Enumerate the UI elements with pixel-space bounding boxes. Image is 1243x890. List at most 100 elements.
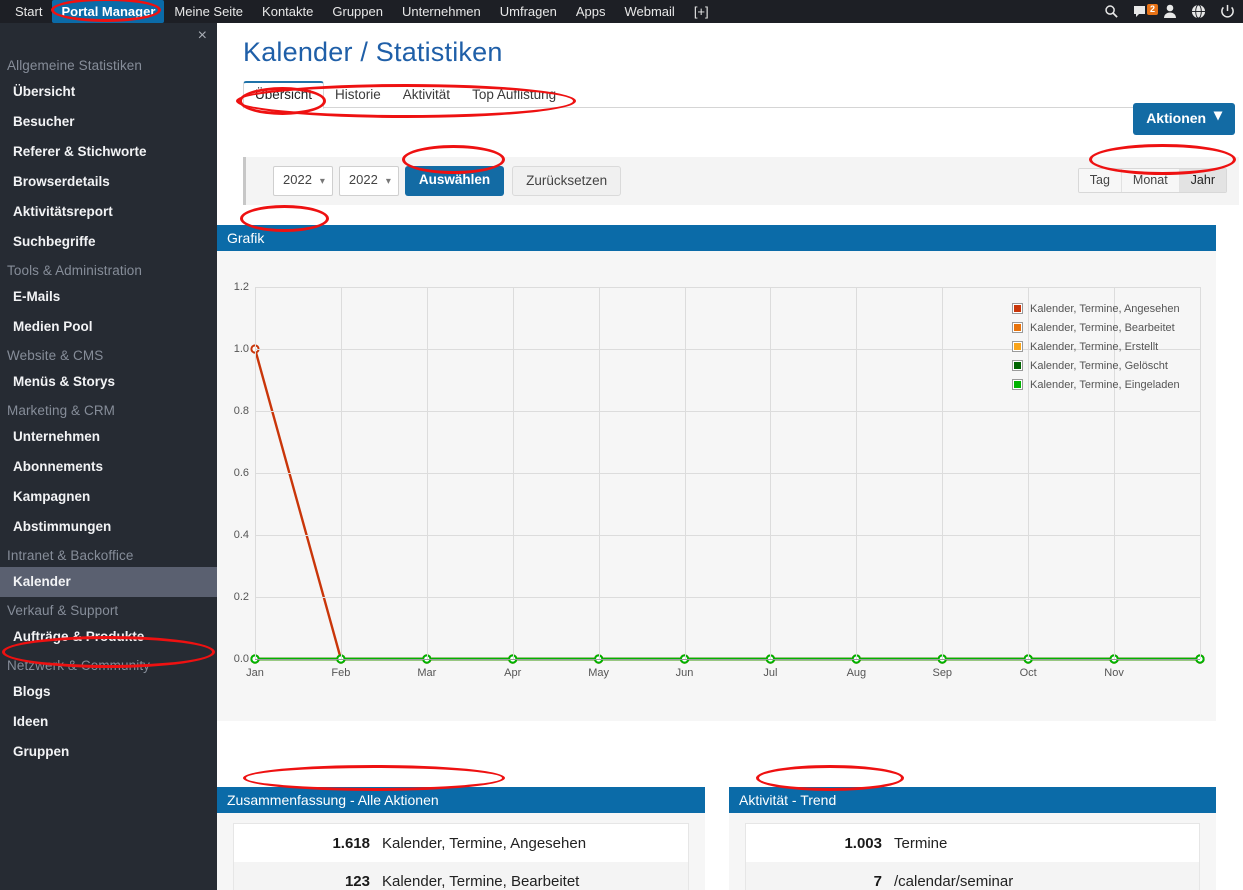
select-button[interactable]: Auswählen bbox=[404, 166, 505, 196]
summary-right-body: 1.003 Termine 7/calendar/seminar bbox=[729, 813, 1216, 890]
sidebar-item-referer-stichworte[interactable]: Referer & Stichworte bbox=[0, 137, 217, 167]
activity-trend-panel: Aktivität - Trend 1.003 Termine 7/calendar… bbox=[729, 787, 1216, 890]
summary-row-value: 7 bbox=[873, 872, 882, 890]
tab-bersicht[interactable]: Übersicht bbox=[243, 81, 325, 109]
globe-icon[interactable] bbox=[1191, 4, 1206, 19]
period-tag[interactable]: Tag bbox=[1078, 169, 1122, 192]
toolbar-left-controls: 2022 ▾ 2022 ▾ Auswählen Zurücksetzen bbox=[273, 166, 622, 196]
period-jahr[interactable]: Jahr bbox=[1179, 169, 1226, 192]
sidebar-item-abstimmungen[interactable]: Abstimmungen bbox=[0, 512, 217, 542]
chart-x-tick-label: Sep bbox=[932, 667, 953, 679]
chart-x-tick-label: Apr bbox=[504, 667, 522, 679]
search-icon[interactable] bbox=[1104, 4, 1119, 19]
sidebar-item-medien-pool[interactable]: Medien Pool bbox=[0, 312, 217, 342]
tab-bar: Übersicht Historie Aktivität Top Auflistung bbox=[243, 81, 1228, 109]
sidebar-group-title: Website & CMS bbox=[7, 348, 104, 363]
summary-row-label: Termine bbox=[894, 834, 948, 852]
user-icon[interactable] bbox=[1163, 4, 1177, 19]
chart-gridline-horizontal bbox=[255, 597, 1200, 598]
sidebar-group-title: Allgemeine Statistiken bbox=[7, 58, 143, 73]
legend-label: Kalender, Termine, Gelöscht bbox=[1030, 359, 1168, 372]
chart-x-tick-label: May bbox=[588, 667, 610, 679]
chart-gridline-vertical bbox=[426, 287, 428, 659]
nav-item-webmail[interactable]: Webmail bbox=[615, 0, 683, 23]
sidebar-item-blogs[interactable]: Blogs bbox=[0, 677, 217, 707]
sidebar-item-browserdetails[interactable]: Browserdetails bbox=[0, 167, 217, 197]
summary-row-value: 1.003 bbox=[844, 834, 882, 852]
power-icon[interactable] bbox=[1220, 4, 1235, 19]
summary-right-rows: 1.003 Termine 7/calendar/seminar bbox=[745, 823, 1200, 890]
sidebar-item-abonnements[interactable]: Abonnements bbox=[0, 452, 217, 482]
legend-item[interactable]: Kalender, Termine, Angesehen bbox=[1012, 299, 1180, 318]
nav-item-kontakte[interactable]: Kontakte bbox=[253, 0, 322, 23]
chart-body: 0.0 0.2 0.4 0.6 0.8 1.0 1.2 Jan Feb Mar Apr May Jun J… bbox=[217, 251, 1216, 721]
nav-item-start[interactable]: Start bbox=[6, 0, 51, 23]
chart-y-tick-label: 1.2 bbox=[233, 281, 249, 293]
summary-row: 1.003 Termine bbox=[746, 824, 1199, 862]
chart-gridline-vertical bbox=[340, 287, 342, 659]
chart-line-series bbox=[253, 348, 1200, 661]
sidebar-item-e-mails[interactable]: E-Mails bbox=[0, 282, 217, 312]
legend-label: Kalender, Termine, Bearbeitet bbox=[1030, 321, 1175, 334]
sidebar-item-ideen[interactable]: Ideen bbox=[0, 707, 217, 737]
chart-x-tick-label: Feb bbox=[331, 667, 351, 679]
sidebar-group-title: Netzwerk & Community bbox=[7, 658, 151, 673]
legend-item[interactable]: Kalender, Termine, Eingeladen bbox=[1012, 375, 1180, 394]
summary-row-label: Kalender, Termine, Bearbeitet bbox=[382, 872, 580, 890]
summary-row: 123 Kalender, Termine, Bearbeitet bbox=[234, 862, 688, 890]
sidebar-item-kalender[interactable]: Kalender bbox=[0, 567, 217, 597]
legend-color-swatch bbox=[1012, 360, 1023, 371]
filter-toolbar: 2022 ▾ 2022 ▾ Auswählen Zurücksetzen Tag… bbox=[243, 157, 1239, 205]
sidebar-group-title: Verkauf & Support bbox=[7, 603, 119, 618]
sidebar-item-gruppen[interactable]: Gruppen bbox=[0, 737, 217, 767]
year-from-select[interactable]: 2022 ▾ bbox=[273, 166, 333, 196]
chevron-down-icon: ▾ bbox=[385, 176, 391, 187]
chart-y-tick-label: 0.4 bbox=[233, 529, 249, 541]
chart-gridline-vertical bbox=[942, 287, 944, 659]
period-monat[interactable]: Monat bbox=[1121, 169, 1180, 192]
chart-x-axis bbox=[255, 659, 1200, 660]
legend-item[interactable]: Kalender, Termine, Gelöscht bbox=[1012, 356, 1180, 375]
chart-y-tick-label: 0.8 bbox=[233, 405, 249, 417]
legend-item[interactable]: Kalender, Termine, Erstellt bbox=[1012, 337, 1180, 356]
page-title: Kalender / Statistiken bbox=[243, 37, 503, 67]
nav-item-gruppen[interactable]: Gruppen bbox=[323, 0, 392, 23]
tab-aktivit-t[interactable]: Aktivität bbox=[392, 82, 461, 108]
nav-item-[interactable]: [+] bbox=[685, 0, 718, 23]
sidebar-group-title: Tools & Administration bbox=[7, 263, 143, 278]
main-content: Kalender / Statistiken Übersicht Historie… bbox=[217, 23, 1243, 890]
summary-row-label: Kalender, Termine, Angesehen bbox=[382, 834, 587, 852]
chart-gridline-vertical bbox=[856, 287, 858, 659]
year-to-select[interactable]: 2022 ▾ bbox=[338, 166, 399, 196]
legend-item[interactable]: Kalender, Termine, Bearbeitet bbox=[1012, 318, 1180, 337]
chart-y-tick-label: 0.0 bbox=[233, 653, 249, 665]
sidebar-item-auftr-ge-produkte[interactable]: Aufträge & Produkte bbox=[0, 622, 217, 652]
reset-button[interactable]: Zurücksetzen bbox=[512, 166, 622, 196]
chevron-down-icon: ▾ bbox=[1213, 107, 1222, 124]
nav-item-portal-manager[interactable]: Portal Manager bbox=[52, 0, 165, 23]
chart-y-tick-label: 1.0 bbox=[233, 343, 249, 355]
sidebar-item-kampagnen[interactable]: Kampagnen bbox=[0, 482, 217, 512]
tab-top-auflistung[interactable]: Top Auflistung bbox=[461, 82, 567, 108]
sidebar-sections: Allgemeine Statistiken Übersicht Besucher R… bbox=[0, 23, 217, 767]
sidebar-item-bersicht[interactable]: Übersicht bbox=[0, 77, 217, 107]
nav-item-meine-seite[interactable]: Meine Seite bbox=[165, 0, 252, 23]
sidebar-item-men-s-storys[interactable]: Menüs & Storys bbox=[0, 367, 217, 397]
sidebar-item-unternehmen[interactable]: Unternehmen bbox=[0, 422, 217, 452]
chevron-down-icon: ▾ bbox=[319, 176, 325, 187]
nav-item-apps[interactable]: Apps bbox=[567, 0, 615, 23]
sidebar-item-aktivit-tsreport[interactable]: Aktivitätsreport bbox=[0, 197, 217, 227]
chart-x-tick-label: Oct bbox=[1019, 667, 1037, 679]
nav-item-umfragen[interactable]: Umfragen bbox=[491, 0, 566, 23]
chart-gridline-horizontal bbox=[255, 535, 1200, 536]
sidebar-close-icon[interactable]: × bbox=[198, 28, 207, 44]
sidebar-item-suchbegriffe[interactable]: Suchbegriffe bbox=[0, 227, 217, 257]
nav-item-unternehmen[interactable]: Unternehmen bbox=[393, 0, 490, 23]
legend-label: Kalender, Termine, Erstellt bbox=[1030, 340, 1159, 353]
sidebar-item-besucher[interactable]: Besucher bbox=[0, 107, 217, 137]
chart-x-tick-label: Jun bbox=[675, 667, 694, 679]
tab-historie[interactable]: Historie bbox=[324, 82, 392, 108]
messages-icon[interactable]: 2 bbox=[1133, 3, 1159, 19]
aktionen-button[interactable]: Aktionen ▾ bbox=[1133, 103, 1235, 135]
top-navigation-bar: Start Portal Manager Meine Seite Kontakte Gr… bbox=[0, 0, 1243, 23]
